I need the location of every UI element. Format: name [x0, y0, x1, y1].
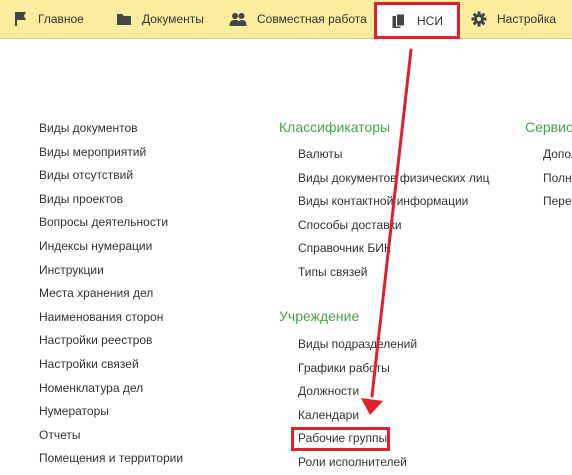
list-item[interactable]: Виды контактной информации	[298, 190, 489, 214]
list-item[interactable]: Справочник БИК	[298, 237, 489, 261]
tab-label: Главное	[38, 12, 84, 26]
list-item[interactable]: Виды проектов	[39, 188, 183, 212]
tab-label: Совместная работа	[257, 12, 367, 26]
group-title-institution: Учреждение	[279, 308, 360, 324]
list-item[interactable]: Помещения и территории	[39, 447, 183, 471]
list-item[interactable]: Валюты	[298, 143, 489, 167]
tab-nsi[interactable]: НСИ	[374, 2, 460, 39]
list-item[interactable]: Графики работы	[298, 357, 417, 381]
folder-icon	[116, 12, 132, 26]
list-item[interactable]: Виды отсутствий	[39, 164, 183, 188]
list-item[interactable]: Нумераторы	[39, 400, 183, 424]
list-item[interactable]: Способы доставки	[298, 214, 489, 238]
list-item[interactable]: Места хранения дел	[39, 282, 183, 306]
list-item[interactable]: Индексы нумерации	[39, 235, 183, 259]
group-title-service: Сервис	[525, 119, 572, 135]
list-item[interactable]: Допол	[543, 143, 572, 167]
left-link-list: Виды документов Виды мероприятий Виды от…	[39, 117, 183, 471]
tab-collaboration[interactable]: Совместная работа	[229, 0, 367, 38]
institution-list: Виды подразделений Графики работы Должно…	[298, 333, 417, 475]
highlight-frame-work-groups	[291, 427, 390, 451]
tab-main[interactable]: Главное	[14, 0, 84, 38]
tab-documents[interactable]: Документы	[116, 0, 204, 38]
classifiers-list: Валюты Виды документов физических лиц Ви…	[298, 143, 489, 285]
list-item[interactable]: Типы связей	[298, 261, 489, 285]
service-list: Допол Полн Пере	[543, 143, 572, 214]
list-item[interactable]: Настройки реестров	[39, 329, 183, 353]
books-icon	[391, 13, 407, 29]
list-item[interactable]: Настройки связей	[39, 353, 183, 377]
top-navigation-bar: Главное Документы Совместная работа НСИ	[0, 0, 572, 39]
list-item[interactable]: Виды документов физических лиц	[298, 167, 489, 191]
group-title-classifiers: Классификаторы	[279, 119, 391, 135]
list-item[interactable]: Виды мероприятий	[39, 141, 183, 165]
tab-label: Документы	[142, 12, 204, 26]
tab-label: Настройка	[497, 12, 557, 26]
list-item[interactable]: Пере	[543, 190, 572, 214]
list-item[interactable]: Номенклатура дел	[39, 377, 183, 401]
list-item[interactable]: Роли исполнителей	[298, 451, 417, 475]
list-item[interactable]: Вопросы деятельности	[39, 211, 183, 235]
users-icon	[229, 11, 247, 27]
list-item[interactable]: Должности	[298, 380, 417, 404]
list-item[interactable]: Календари	[298, 404, 417, 428]
list-item[interactable]: Виды документов	[39, 117, 183, 141]
list-item[interactable]: Наименования сторон	[39, 306, 183, 330]
list-item[interactable]: Отчеты	[39, 424, 183, 448]
list-item[interactable]: Полн	[543, 167, 572, 191]
tab-label: НСИ	[417, 13, 443, 28]
gear-icon	[471, 11, 487, 27]
list-item[interactable]: Инструкции	[39, 259, 183, 283]
flag-icon	[14, 11, 28, 27]
list-item[interactable]: Виды подразделений	[298, 333, 417, 357]
tab-settings[interactable]: Настройка	[471, 0, 556, 38]
